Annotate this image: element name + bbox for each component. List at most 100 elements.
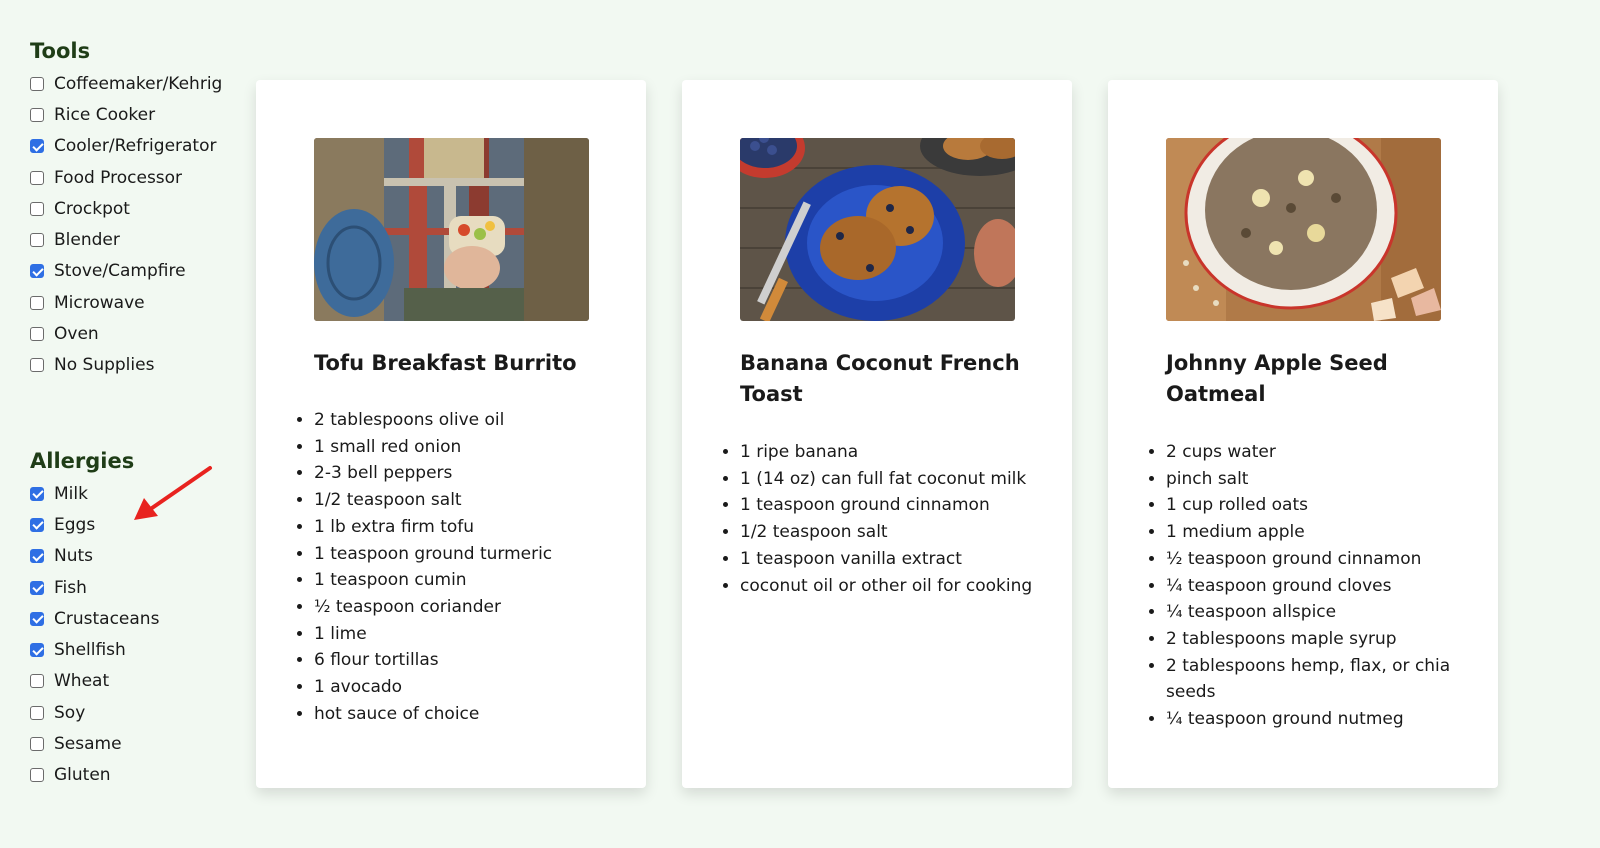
ingredient-item: 1 cup rolled oats — [1166, 492, 1451, 519]
oatmeal-photo-icon — [1166, 138, 1441, 321]
tool-option-food-processor[interactable]: Food Processor — [30, 162, 240, 193]
recipe-card-johnny-apple-seed-oatmeal[interactable]: Johnny Apple Seed Oatmeal 2 cups waterpi… — [1108, 80, 1498, 788]
allergy-checkbox-sesame[interactable] — [30, 737, 44, 752]
ingredient-item: 1 (14 oz) can full fat coconut milk — [740, 466, 1080, 493]
ingredient-item: 2 tablespoons hemp, flax, or chia seeds — [1166, 653, 1451, 706]
recipe-title[interactable]: Banana Coconut French Toast — [740, 348, 1030, 410]
recipe-card-tofu-breakfast-burrito[interactable]: Tofu Breakfast Burrito 2 tablespoons oli… — [256, 80, 646, 788]
tool-option-stove-campfire[interactable]: Stove/Campfire — [30, 256, 240, 287]
tool-label[interactable]: Microwave — [54, 293, 145, 313]
ingredient-item: 1 medium apple — [1166, 519, 1451, 546]
tool-label[interactable]: No Supplies — [54, 355, 154, 375]
allergy-option-shellfish[interactable]: Shellfish — [30, 634, 240, 665]
tool-label[interactable]: Stove/Campfire — [54, 261, 186, 281]
ingredient-item: ¼ teaspoon ground nutmeg — [1166, 706, 1451, 733]
allergy-option-gluten[interactable]: Gluten — [30, 760, 240, 791]
tools-heading: Tools — [30, 39, 91, 63]
allergy-checkbox-milk[interactable] — [30, 486, 44, 501]
allergy-checkbox-shellfish[interactable] — [30, 643, 44, 658]
allergy-option-soy[interactable]: Soy — [30, 697, 240, 728]
ingredient-item: 1/2 teaspoon salt — [740, 519, 1080, 546]
allergy-checkbox-nuts[interactable] — [30, 549, 44, 564]
tool-option-crockpot[interactable]: Crockpot — [30, 193, 240, 224]
allergy-option-wheat[interactable]: Wheat — [30, 666, 240, 697]
tool-option-rice-cooker[interactable]: Rice Cooker — [30, 99, 240, 130]
tool-label[interactable]: Crockpot — [54, 199, 130, 219]
tools-section: Tools Coffeemaker/Kehrig Rice Cooker Coole… — [30, 36, 240, 381]
tool-checkbox-coffeemaker-kehrig[interactable] — [30, 76, 44, 91]
tool-label[interactable]: Coffeemaker/Kehrig — [54, 74, 222, 94]
ingredient-item: 1 teaspoon ground turmeric — [314, 541, 654, 568]
ingredient-item: 2 cups water — [1166, 439, 1451, 466]
allergy-label[interactable]: Sesame — [54, 734, 122, 754]
ingredient-item: 6 flour tortillas — [314, 647, 654, 674]
allergy-label[interactable]: Fish — [54, 578, 87, 598]
allergies-list: Milk Eggs Nuts Fish Crustaceans Shellfish Whea… — [30, 478, 240, 791]
tool-option-coffeemaker-kehrig[interactable]: Coffeemaker/Kehrig — [30, 68, 240, 99]
tool-label[interactable]: Rice Cooker — [54, 105, 155, 125]
tool-label[interactable]: Food Processor — [54, 168, 182, 188]
ingredient-item: ½ teaspoon coriander — [314, 594, 654, 621]
tool-checkbox-oven[interactable] — [30, 327, 44, 342]
allergy-checkbox-gluten[interactable] — [30, 768, 44, 783]
tool-checkbox-blender[interactable] — [30, 233, 44, 248]
tool-option-cooler-refrigerator[interactable]: Cooler/Refrigerator — [30, 131, 240, 162]
recipe-image-french-toast[interactable] — [740, 138, 1015, 321]
ingredient-item: 1 teaspoon vanilla extract — [740, 546, 1080, 573]
tool-option-blender[interactable]: Blender — [30, 224, 240, 255]
tool-checkbox-no-supplies[interactable] — [30, 358, 44, 373]
annotation-arrow-icon — [134, 466, 212, 520]
allergy-label[interactable]: Shellfish — [54, 640, 126, 660]
recipe-title[interactable]: Johnny Apple Seed Oatmeal — [1166, 348, 1456, 410]
ingredient-list: 1 ripe banana1 (14 oz) can full fat coco… — [722, 439, 1080, 599]
tool-label[interactable]: Cooler/Refrigerator — [54, 136, 217, 156]
allergy-checkbox-wheat[interactable] — [30, 674, 44, 689]
tool-checkbox-crockpot[interactable] — [30, 201, 44, 216]
tool-option-no-supplies[interactable]: No Supplies — [30, 350, 240, 381]
tool-option-oven[interactable]: Oven — [30, 318, 240, 349]
allergy-label[interactable]: Gluten — [54, 765, 111, 785]
allergy-option-sesame[interactable]: Sesame — [30, 728, 240, 759]
tool-checkbox-microwave[interactable] — [30, 295, 44, 310]
tool-option-microwave[interactable]: Microwave — [30, 287, 240, 318]
recipe-image-oatmeal[interactable] — [1166, 138, 1441, 321]
tool-checkbox-rice-cooker[interactable] — [30, 107, 44, 122]
ingredient-item: ¼ teaspoon ground cloves — [1166, 573, 1451, 600]
tool-checkbox-stove-campfire[interactable] — [30, 264, 44, 279]
allergy-checkbox-eggs[interactable] — [30, 517, 44, 532]
ingredient-item: pinch salt — [1166, 466, 1451, 493]
ingredient-list: 2 cups waterpinch salt1 cup rolled oats1… — [1148, 439, 1451, 733]
tool-label[interactable]: Blender — [54, 230, 120, 250]
ingredient-item: 1 avocado — [314, 674, 654, 701]
allergy-label[interactable]: Crustaceans — [54, 609, 159, 629]
tool-checkbox-cooler-refrigerator[interactable] — [30, 139, 44, 154]
ingredient-item: 1 lb extra firm tofu — [314, 514, 654, 541]
allergy-label[interactable]: Wheat — [54, 671, 109, 691]
ingredient-item: 1/2 teaspoon salt — [314, 487, 654, 514]
allergy-option-fish[interactable]: Fish — [30, 572, 240, 603]
tools-list: Coffeemaker/Kehrig Rice Cooker Cooler/Refr… — [30, 68, 240, 381]
recipe-card-banana-coconut-french-toast[interactable]: Banana Coconut French Toast 1 ripe banan… — [682, 80, 1072, 788]
allergy-label[interactable]: Soy — [54, 703, 85, 723]
ingredient-list: 2 tablespoons olive oil1 small red onion… — [296, 407, 654, 727]
recipe-image-burrito[interactable] — [314, 138, 589, 321]
tool-label[interactable]: Oven — [54, 324, 99, 344]
allergy-checkbox-fish[interactable] — [30, 580, 44, 595]
ingredient-item: coconut oil or other oil for cooking — [740, 573, 1080, 600]
allergy-checkbox-soy[interactable] — [30, 705, 44, 720]
allergy-label[interactable]: Nuts — [54, 546, 93, 566]
ingredient-item: 1 teaspoon cumin — [314, 567, 654, 594]
ingredient-item: 1 lime — [314, 621, 654, 648]
allergy-label[interactable]: Eggs — [54, 515, 95, 535]
filter-sidebar: Tools Coffeemaker/Kehrig Rice Cooker Coole… — [30, 36, 240, 785]
ingredient-item: 1 small red onion — [314, 434, 654, 461]
allergy-option-nuts[interactable]: Nuts — [30, 541, 240, 572]
allergy-label[interactable]: Milk — [54, 484, 88, 504]
allergy-option-crustaceans[interactable]: Crustaceans — [30, 603, 240, 634]
tool-checkbox-food-processor[interactable] — [30, 170, 44, 185]
ingredient-item: ¼ teaspoon allspice — [1166, 599, 1451, 626]
allergy-checkbox-crustaceans[interactable] — [30, 611, 44, 626]
ingredient-item: hot sauce of choice — [314, 701, 654, 728]
burrito-photo-icon — [314, 138, 589, 321]
recipe-title[interactable]: Tofu Breakfast Burrito — [314, 348, 604, 379]
